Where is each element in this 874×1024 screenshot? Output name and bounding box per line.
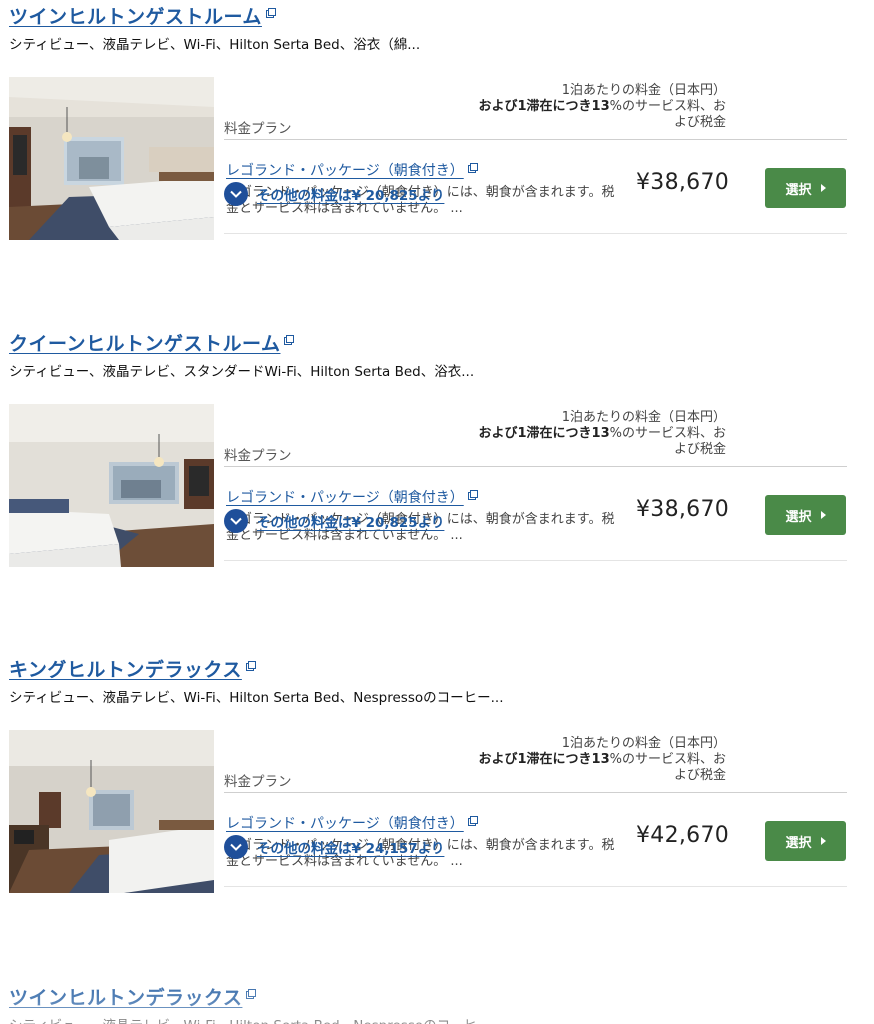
external-link-icon (245, 661, 256, 671)
chevron-down-icon (224, 182, 248, 206)
room-title-row: ツインヒルトンゲストルーム (9, 0, 276, 30)
select-button[interactable]: 選択 (765, 821, 846, 861)
select-button[interactable]: 選択 (765, 495, 846, 535)
more-rates-toggle[interactable]: その他の料金は¥ 20,825より (224, 182, 444, 206)
external-link-icon (265, 8, 276, 18)
plan-column-header: 料金プラン (224, 448, 292, 464)
room-title-link[interactable]: ツインヒルトンデラックス (9, 983, 242, 1010)
more-rates-toggle[interactable]: その他の料金は¥ 20,825より (224, 509, 444, 533)
external-link-icon (284, 335, 295, 345)
plan-column-header: 料金プラン (224, 121, 292, 137)
plan-column-header: 料金プラン (224, 774, 292, 790)
room-title-link[interactable]: キングヒルトンデラックス (9, 655, 242, 682)
more-rates-link[interactable]: その他の料金は¥ 20,825より (257, 511, 444, 531)
room-photo[interactable] (9, 730, 214, 893)
room-title-row: クイーンヒルトンゲストルーム (9, 327, 295, 357)
room-photo[interactable] (9, 404, 214, 567)
room-amenities: シティビュー、液晶テレビ、Wi-Fi、Hilton Serta Bed、浴衣（綿… (9, 37, 421, 53)
room-title-row: ツインヒルトンデラックス (9, 981, 257, 1011)
external-link-icon (467, 163, 478, 173)
divider (224, 886, 847, 887)
room-title-row: キングヒルトンデラックス (9, 653, 256, 683)
divider (224, 560, 847, 561)
select-button-label: 選択 (785, 509, 812, 525)
price-header: 1泊あたりの料金（日本円） および1滞在につき13%のサービス料、お よび税金 (478, 410, 727, 457)
select-button[interactable]: 選択 (765, 168, 846, 208)
room-title-link[interactable]: ツインヒルトンゲストルーム (9, 2, 262, 29)
caret-right-icon (820, 837, 826, 845)
rate-table: 1泊あたりの料金（日本円） および1滞在につき13%のサービス料、お よび税金 … (224, 404, 847, 561)
rate-table: 1泊あたりの料金（日本円） および1滞在につき13%のサービス料、お よび税金 … (224, 77, 847, 234)
plan-name-link[interactable]: レゴランド・パッケージ（朝食付き） (226, 487, 464, 507)
plan-name-link[interactable]: レゴランド・パッケージ（朝食付き） (226, 160, 464, 180)
divider (224, 233, 847, 234)
plan-price: ¥42,670 (636, 823, 730, 848)
caret-right-icon (820, 184, 826, 192)
more-rates-toggle[interactable]: その他の料金は¥ 24,157より (224, 835, 444, 859)
price-header: 1泊あたりの料金（日本円） および1滞在につき13%のサービス料、お よび税金 (478, 83, 727, 130)
more-rates-link[interactable]: その他の料金は¥ 24,157より (257, 837, 444, 857)
plan-name-link[interactable]: レゴランド・パッケージ（朝食付き） (226, 813, 464, 833)
chevron-down-icon (224, 835, 248, 859)
external-link-icon (467, 816, 478, 826)
rate-table: 1泊あたりの料金（日本円） および1滞在につき13%のサービス料、お よび税金 … (224, 730, 847, 887)
more-rates-link[interactable]: その他の料金は¥ 20,825より (257, 184, 444, 204)
select-button-label: 選択 (785, 182, 812, 198)
room-amenities: シティビュー、液晶テレビ、スタンダードWi-Fi、Hilton Serta Be… (9, 364, 475, 380)
room-amenities: シティビュー、液晶テレビ、Wi-Fi、Hilton Serta Bed、Nesp… (9, 690, 504, 706)
select-button-label: 選択 (785, 835, 812, 851)
room-amenities: シティビュー、液晶テレビ、Wi-Fi、Hilton Serta Bed、Nesp… (9, 1014, 504, 1024)
room-title-link[interactable]: クイーンヒルトンゲストルーム (9, 329, 280, 356)
external-link-icon (467, 490, 478, 500)
plan-price: ¥38,670 (636, 170, 730, 195)
chevron-down-icon (224, 509, 248, 533)
price-header: 1泊あたりの料金（日本円） および1滞在につき13%のサービス料、お よび税金 (478, 736, 727, 783)
external-link-icon (246, 989, 257, 999)
room-photo[interactable] (9, 77, 214, 240)
caret-right-icon (820, 511, 826, 519)
plan-price: ¥38,670 (636, 497, 730, 522)
